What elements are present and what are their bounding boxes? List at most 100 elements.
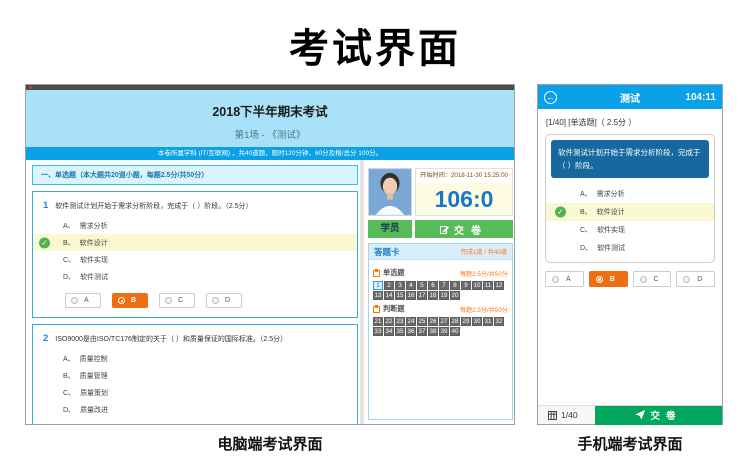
scrollbar[interactable] [360, 160, 364, 424]
submit-button[interactable]: 交卷 [415, 220, 513, 238]
mobile-option-list: A、需求分析✓B、软件设计C、软件实现D、软件测试 [546, 183, 714, 262]
answer-card-cell[interactable]: 23 [395, 317, 405, 326]
exam-subtitle: 第1场 - 《测试》 [26, 127, 514, 141]
answer-choice-button[interactable]: A [65, 293, 101, 308]
answer-card-cell[interactable]: 20 [450, 291, 460, 300]
section-score: 每题2.5分/共50分 [460, 305, 508, 314]
exam-info-bar: 本卷所属学科 (IT/互联网) ，共40道题，限时120分钟，60分及格/总分 … [26, 147, 514, 160]
answer-card-cell[interactable]: 13 [373, 291, 383, 300]
question-head: 1 软件测试计划开始于需求分析阶段，完成于（ ）阶段。（2.5分） [33, 200, 357, 211]
option-row[interactable]: D、质量改进 [33, 401, 357, 418]
answer-card-cell[interactable]: 22 [384, 317, 394, 326]
answer-card-cell[interactable]: 34 [384, 327, 394, 336]
answer-card-cell[interactable]: 28 [450, 317, 460, 326]
answer-card-cell[interactable]: 6 [428, 281, 438, 290]
answer-card-body: 单选题每题2.5分/共50分12345678910111213141516171… [369, 260, 512, 340]
caption-mobile: 手机端考试界面 [537, 433, 723, 454]
answer-card-cell[interactable]: 29 [461, 317, 471, 326]
mobile-panel: ← 测试 104:11 [1/40] [单选题]（ 2.5分 ） 软件测试计划开… [537, 84, 723, 425]
answer-buttons: ABC D [65, 293, 357, 308]
answer-card-cell[interactable]: 1 [373, 281, 383, 290]
option-row[interactable]: ✓B、软件设计 [546, 203, 714, 221]
answer-choice-button[interactable]: B [112, 293, 148, 308]
answer-card-cell[interactable]: 10 [472, 281, 482, 290]
option-row[interactable]: ✓B、软件设计 [33, 234, 357, 251]
exam-content: 一、单选题（本大题共20道小题，每题2.5分/共50分） 1软件测试计划开始于需… [26, 160, 514, 424]
progress-indicator[interactable]: 1/40 [548, 410, 578, 420]
answer-card-cell[interactable]: 2 [384, 281, 394, 290]
question-text: 软件测试计划开始于需求分析阶段，完成于（ ）阶段。（2.5分） [55, 203, 252, 210]
answer-card-cell[interactable]: 11 [483, 281, 493, 290]
option-label: C、 [580, 227, 592, 234]
answer-card-cell[interactable]: 38 [428, 327, 438, 336]
answer-card-cell[interactable]: 36 [406, 327, 416, 336]
option-row[interactable]: C、软件实现 [546, 221, 714, 239]
question-number: 1 [43, 200, 48, 211]
avatar [369, 169, 411, 215]
option-text: 软件实现 [597, 227, 625, 234]
answer-card-cell[interactable]: 40 [450, 327, 460, 336]
answer-card-cell[interactable]: 25 [417, 317, 427, 326]
answer-card-cell[interactable]: 5 [417, 281, 427, 290]
option-text: 软件设计 [597, 209, 625, 216]
answer-grid: 212223242526272829303132 3334353637383940 [373, 317, 508, 336]
option-text: 质量控制 [80, 356, 108, 363]
option-row[interactable]: A、需求分析 [33, 217, 357, 234]
answer-card-cell[interactable]: 16 [406, 291, 416, 300]
progress-text: 1/40 [561, 410, 578, 420]
answer-card-header: 答题卡 完成1道 / 共40道 [369, 244, 512, 260]
radio-icon [118, 297, 125, 304]
answer-card-cell[interactable]: 17 [417, 291, 427, 300]
answer-card-cell[interactable]: 18 [428, 291, 438, 300]
option-row[interactable]: C、质量策划 [33, 384, 357, 401]
option-row[interactable]: A、需求分析 [546, 185, 714, 203]
pen-icon [440, 225, 449, 234]
option-row[interactable]: A、质量控制 [33, 350, 357, 367]
answer-card-cell[interactable]: 37 [417, 327, 427, 336]
answer-card-cell[interactable]: 15 [395, 291, 405, 300]
answer-choice-button[interactable]: C [633, 271, 672, 287]
answer-card-cell[interactable]: 32 [494, 317, 504, 326]
answer-card-cell[interactable]: 9 [461, 281, 471, 290]
answer-card-cell[interactable]: 12 [494, 281, 504, 290]
answer-card-cell[interactable]: 30 [472, 317, 482, 326]
answer-choice-button[interactable]: D [676, 271, 715, 287]
option-row[interactable]: B、质量管理 [33, 367, 357, 384]
answer-choice-button[interactable]: D [206, 293, 242, 308]
section-name-text: 单选题 [383, 268, 405, 278]
timer-box: 开始时间：2018-11-30 15:25:00 106:0 [415, 168, 513, 216]
answer-card-cell[interactable]: 33 [373, 327, 383, 336]
answer-card-title: 答题卡 [374, 246, 400, 258]
answer-choice-button[interactable]: C [159, 293, 195, 308]
answer-card-cell[interactable]: 31 [483, 317, 493, 326]
answer-card-cell[interactable]: 35 [395, 327, 405, 336]
student-photo [368, 168, 412, 216]
back-icon[interactable]: ← [544, 91, 557, 104]
answer-card-cell[interactable]: 27 [439, 317, 449, 326]
mobile-submit-button[interactable]: 交卷 [595, 406, 722, 425]
option-text: 软件设计 [80, 240, 108, 247]
page-title: 考试界面 [0, 16, 750, 74]
desktop-panel: 2018下半年期末考试 第1场 - 《测试》 本卷所属学科 (IT/互联网) ，… [25, 84, 515, 425]
answer-card-cell[interactable]: 26 [428, 317, 438, 326]
option-row[interactable]: D、软件测试 [546, 239, 714, 257]
answer-card-cell[interactable]: 7 [439, 281, 449, 290]
option-row[interactable]: D、软件测试 [33, 268, 357, 285]
answer-choice-button[interactable]: A [545, 271, 584, 287]
answer-card-cell[interactable]: 39 [439, 327, 449, 336]
mobile-navbar: ← 测试 104:11 [538, 85, 722, 109]
answer-card-cell[interactable]: 19 [439, 291, 449, 300]
radio-icon [683, 276, 690, 283]
question-text: ISO9000是由ISO/TC176制定的关于（ ）和质量保证的国际标准。（2.… [55, 336, 287, 343]
mobile-question-text: 软件测试计划开始于需求分析阶段，完成于（ ）阶段。 [551, 140, 709, 178]
answer-card-cell[interactable]: 24 [406, 317, 416, 326]
answer-card-cell[interactable]: 21 [373, 317, 383, 326]
answer-choice-button[interactable]: B [589, 271, 628, 287]
answer-card-cell[interactable]: 14 [384, 291, 394, 300]
answer-card-cell[interactable]: 8 [450, 281, 460, 290]
answer-card-cell[interactable]: 3 [395, 281, 405, 290]
answer-card-section-header: 判断题每题2.5分/共50分 [373, 304, 508, 314]
option-row[interactable]: C、软件实现 [33, 251, 357, 268]
choice-letter: D [225, 297, 230, 304]
answer-card-cell[interactable]: 4 [406, 281, 416, 290]
